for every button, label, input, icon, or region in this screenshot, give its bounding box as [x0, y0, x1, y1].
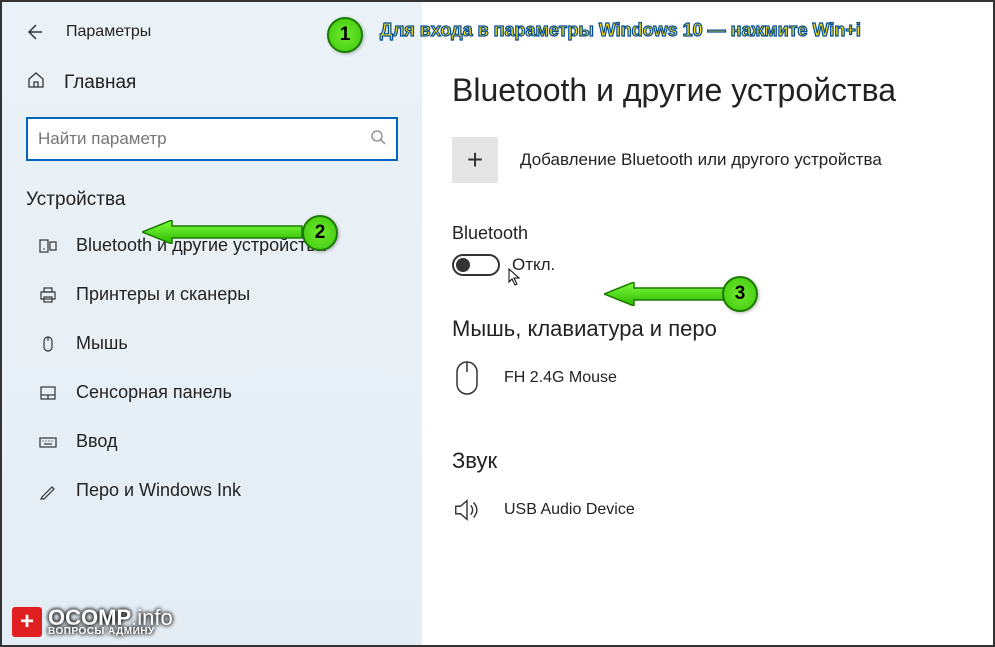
nav-item-label: Принтеры и сканеры [76, 284, 250, 305]
sidebar: Параметры Главная Устройства Bluetooth и… [2, 2, 422, 645]
home-nav[interactable]: Главная [2, 54, 422, 111]
nav-item-label: Мышь [76, 333, 128, 354]
sound-device-name: USB Audio Device [504, 501, 635, 519]
touchpad-icon [38, 383, 58, 403]
watermark-sub: ВОПРОСЫ АДМИНУ [48, 627, 173, 636]
mouse-icon [38, 334, 58, 354]
nav-touchpad[interactable]: Сенсорная панель [2, 368, 422, 417]
pen-icon [38, 481, 58, 501]
search-container [26, 117, 398, 161]
annotation-arrow-2 [142, 220, 307, 244]
keyboard-icon [38, 432, 58, 452]
annotation-badge-1: 1 [327, 17, 363, 53]
nav-item-label: Перо и Windows Ink [76, 480, 241, 501]
devices-icon [38, 236, 58, 256]
annotation-badge-3: 3 [722, 276, 758, 312]
printer-icon [38, 285, 58, 305]
toggle-knob [456, 258, 470, 272]
watermark-text: OCOMP.info ВОПРОСЫ АДМИНУ [48, 608, 173, 637]
watermark: + OCOMP.info ВОПРОСЫ АДМИНУ [12, 607, 173, 637]
sound-section-title: Звук [452, 448, 963, 474]
nav-printers[interactable]: Принтеры и сканеры [2, 270, 422, 319]
watermark-plus-icon: + [12, 607, 42, 637]
mouse-device-row[interactable]: FH 2.4G Mouse [452, 358, 963, 398]
annotation-arrow-3 [604, 282, 729, 306]
add-device-label: Добавление Bluetooth или другого устройс… [520, 150, 882, 170]
sound-device-row[interactable]: USB Audio Device [452, 490, 963, 530]
nav-item-label: Ввод [76, 431, 117, 452]
home-label: Главная [64, 72, 136, 94]
search-input[interactable] [38, 129, 370, 149]
nav-item-label: Сенсорная панель [76, 382, 232, 403]
home-icon [26, 70, 46, 95]
cursor-icon [508, 268, 522, 289]
app-title: Параметры [66, 23, 151, 41]
annotation-hint: Для входа в параметры Windows 10 — нажми… [380, 20, 861, 41]
nav-mouse[interactable]: Мышь [2, 319, 422, 368]
bluetooth-section-label: Bluetooth [452, 223, 963, 244]
category-devices: Устройства [2, 171, 422, 221]
plus-icon: + [452, 137, 498, 183]
mouse-section-title: Мышь, клавиатура и перо [452, 316, 963, 342]
mouse-device-icon [452, 358, 482, 398]
nav-typing[interactable]: Ввод [2, 417, 422, 466]
search-box[interactable] [26, 117, 398, 161]
bluetooth-toggle[interactable] [452, 254, 500, 276]
nav-pen[interactable]: Перо и Windows Ink [2, 466, 422, 515]
search-icon [370, 129, 386, 150]
add-device-button[interactable]: + Добавление Bluetooth или другого устро… [452, 137, 963, 183]
back-arrow-icon [24, 22, 44, 42]
bluetooth-toggle-row: Откл. [452, 254, 963, 276]
main-content: Bluetooth и другие устройства + Добавлен… [422, 2, 993, 645]
page-title: Bluetooth и другие устройства [452, 72, 963, 109]
back-button[interactable] [22, 20, 46, 44]
speaker-icon [452, 490, 482, 530]
mouse-device-name: FH 2.4G Mouse [504, 369, 617, 387]
annotation-badge-2: 2 [302, 215, 338, 251]
